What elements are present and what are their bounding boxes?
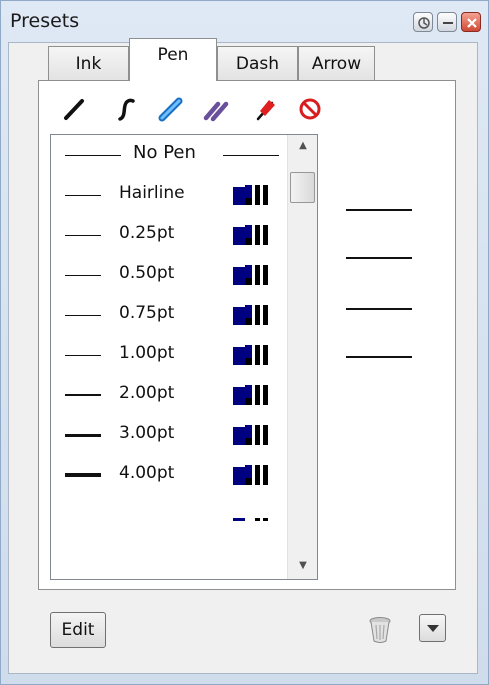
- no-entry-icon[interactable]: [296, 95, 324, 123]
- list-item[interactable]: 0.50pt: [51, 255, 287, 295]
- dropdown-button[interactable]: [419, 614, 446, 642]
- pen-color-icon: [233, 185, 268, 205]
- no-pen-line-right: [223, 155, 279, 156]
- list-item[interactable]: 4.00pt: [51, 455, 287, 495]
- tab-pen-label: Pen: [157, 45, 189, 65]
- minimize-icon[interactable]: [437, 12, 457, 32]
- preview-line: [346, 308, 412, 310]
- pen-color-icon: [233, 518, 268, 521]
- double-pen-icon[interactable]: [202, 95, 230, 123]
- pen-color-icon: [233, 265, 268, 285]
- no-pen-line-left: [65, 155, 121, 156]
- edit-button[interactable]: Edit: [50, 612, 106, 648]
- pen-straight-icon[interactable]: [60, 95, 88, 123]
- pen-label: 0.75pt: [119, 303, 175, 323]
- pen-weight-line: [65, 434, 101, 437]
- tab-arrow-label: Arrow: [311, 54, 362, 74]
- tab-dash-label: Dash: [235, 54, 280, 74]
- tab-ink[interactable]: Ink: [48, 46, 129, 80]
- chevron-down-icon: [427, 625, 439, 632]
- tab-pen[interactable]: Pen: [129, 38, 217, 81]
- pin-icon[interactable]: [413, 12, 433, 32]
- list-item[interactable]: 2.00pt: [51, 375, 287, 415]
- list-item[interactable]: 3.00pt: [51, 415, 287, 455]
- pen-weight-line: [65, 315, 101, 316]
- vertical-scrollbar[interactable]: ▲ ▼: [287, 135, 317, 579]
- pen-weight-line: [65, 473, 101, 477]
- pen-label: 3.00pt: [119, 423, 175, 443]
- scroll-down-icon[interactable]: ▼: [288, 555, 317, 577]
- pen-label: 0.25pt: [119, 223, 175, 243]
- preview-line: [346, 209, 412, 211]
- no-pen-label: No Pen: [133, 142, 196, 163]
- marker-red-icon[interactable]: [252, 95, 280, 123]
- pen-label: Hairline: [119, 183, 185, 203]
- pen-weight-line: [65, 235, 101, 236]
- tab-ink-label: Ink: [75, 54, 102, 74]
- no-pen-item[interactable]: No Pen: [51, 135, 287, 175]
- pen-color-icon: [233, 425, 268, 445]
- trash-icon[interactable]: [367, 614, 393, 644]
- pen-label: 4.00pt: [119, 463, 175, 483]
- edit-button-label: Edit: [61, 620, 95, 640]
- highlighter-icon[interactable]: [157, 95, 185, 123]
- pen-label: 1.00pt: [119, 343, 175, 363]
- title-bar: Presets: [1, 1, 488, 43]
- preview-line: [346, 356, 412, 358]
- scroll-thumb[interactable]: [290, 172, 315, 203]
- pen-weight-line: [65, 275, 101, 276]
- pen-color-icon: [233, 345, 268, 365]
- list-item-partial[interactable]: [51, 495, 287, 525]
- pen-color-icon: [233, 465, 268, 485]
- pen-weight-line: [65, 355, 101, 356]
- preview-line: [346, 257, 412, 259]
- list-item[interactable]: 1.00pt: [51, 335, 287, 375]
- close-icon[interactable]: [461, 12, 481, 32]
- scroll-up-icon[interactable]: ▲: [288, 135, 317, 157]
- list-item[interactable]: Hairline: [51, 175, 287, 215]
- pen-list[interactable]: No Pen Hairline 0.25pt 0.50pt 0.75pt 1.0…: [50, 134, 318, 580]
- tab-arrow[interactable]: Arrow: [298, 46, 375, 80]
- tab-dash[interactable]: Dash: [217, 46, 298, 80]
- pen-color-icon: [233, 225, 268, 245]
- pen-curve-icon[interactable]: [112, 95, 140, 123]
- list-item[interactable]: 0.25pt: [51, 215, 287, 255]
- pen-color-icon: [233, 305, 268, 325]
- list-item[interactable]: 0.75pt: [51, 295, 287, 335]
- pen-weight-line: [65, 394, 101, 396]
- pen-weight-line: [65, 195, 101, 196]
- pen-label: 0.50pt: [119, 263, 175, 283]
- window-title: Presets: [10, 10, 80, 32]
- pen-label: 2.00pt: [119, 383, 175, 403]
- pen-color-icon: [233, 385, 268, 405]
